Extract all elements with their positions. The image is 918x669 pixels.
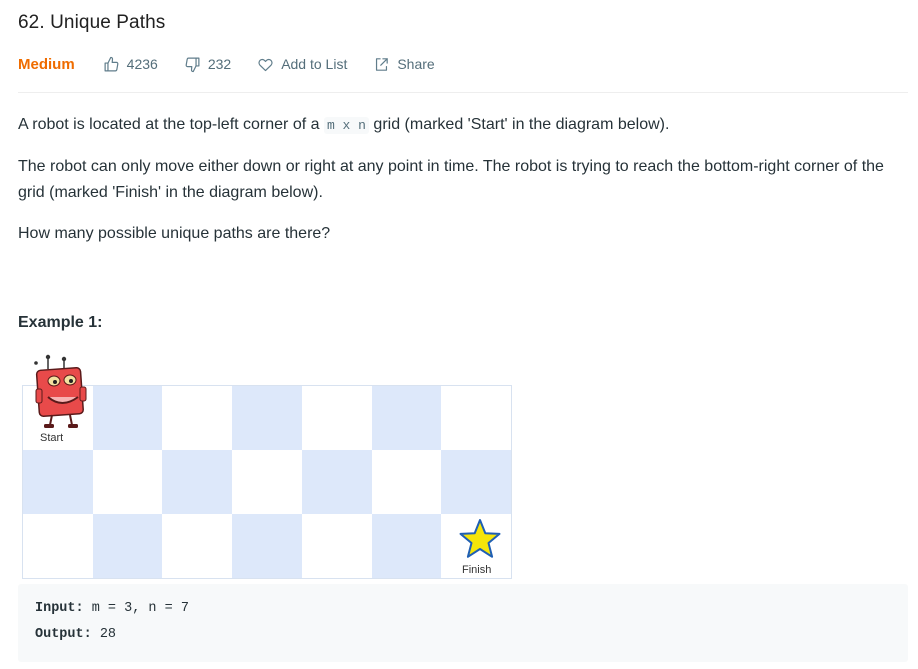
problem-description: A robot is located at the top-left corne…: [18, 112, 898, 262]
header-divider: [18, 92, 908, 93]
star-icon: [459, 519, 501, 558]
grid-cell: [232, 450, 302, 514]
grid-cell: [371, 514, 442, 578]
grid-cell: [301, 450, 372, 514]
grid-cell: [162, 514, 233, 578]
input-value: m = 3, n = 7: [83, 601, 189, 616]
description-paragraph-3: How many possible unique paths are there…: [18, 225, 331, 242]
problem-title: 62. Unique Paths: [18, 12, 166, 33]
grid-diagram: [22, 385, 512, 579]
grid-cell: [441, 450, 511, 514]
example-output-line: Output: 28: [35, 627, 116, 642]
example-code-block: Input: m = 3, n = 7 Output: 28: [18, 584, 908, 662]
thumbs-down-icon: [185, 57, 200, 72]
grid-cell: [301, 386, 372, 450]
output-label: Output:: [35, 627, 92, 642]
share-label: Share: [397, 56, 435, 72]
example-input-line: Input: m = 3, n = 7: [35, 601, 189, 616]
grid-cell: [92, 450, 163, 514]
grid-cell: [232, 386, 302, 450]
like-count: 4236: [126, 56, 158, 72]
example-diagram: Start Finish: [18, 353, 514, 583]
grid-cell: [371, 386, 442, 450]
grid-cell: [23, 514, 93, 578]
finish-label: Finish: [462, 564, 492, 576]
grid-cell: [162, 386, 233, 450]
share-button[interactable]: Share: [373, 56, 435, 73]
dislike-count: 232: [207, 56, 232, 72]
difficulty-badge: Medium: [18, 55, 75, 73]
grid-cell: [301, 514, 372, 578]
like-button[interactable]: 4236: [103, 56, 158, 73]
thumbs-up-icon: [104, 56, 119, 71]
grid-cell: [441, 386, 511, 450]
start-label: Start: [40, 432, 64, 444]
add-to-list-button[interactable]: Add to List: [257, 56, 347, 73]
inline-code-grid-size: m x n: [323, 117, 369, 134]
robot-icon: [34, 354, 87, 428]
grid-cell: [232, 514, 302, 578]
add-to-list-label: Add to List: [281, 56, 348, 72]
problem-page: 62. Unique Paths Medium 4236 232 Add to …: [0, 0, 918, 669]
share-icon: [376, 57, 389, 71]
input-label: Input:: [35, 601, 84, 616]
dislike-button[interactable]: 232: [184, 56, 231, 73]
grid-cell: [92, 386, 163, 450]
description-paragraph-2: The robot can only move either down or r…: [18, 158, 884, 201]
description-paragraph-1: A robot is located at the top-left corne…: [18, 116, 670, 134]
grid-cell: [92, 514, 163, 578]
heart-icon: [258, 58, 273, 71]
grid-cell: [162, 450, 233, 514]
example-heading: Example 1:: [18, 314, 103, 331]
output-value: 28: [91, 627, 117, 642]
problem-meta-bar: Medium 4236 232 Add to List Share: [18, 53, 461, 75]
grid-cell: [23, 450, 93, 514]
grid-cell: [371, 450, 442, 514]
